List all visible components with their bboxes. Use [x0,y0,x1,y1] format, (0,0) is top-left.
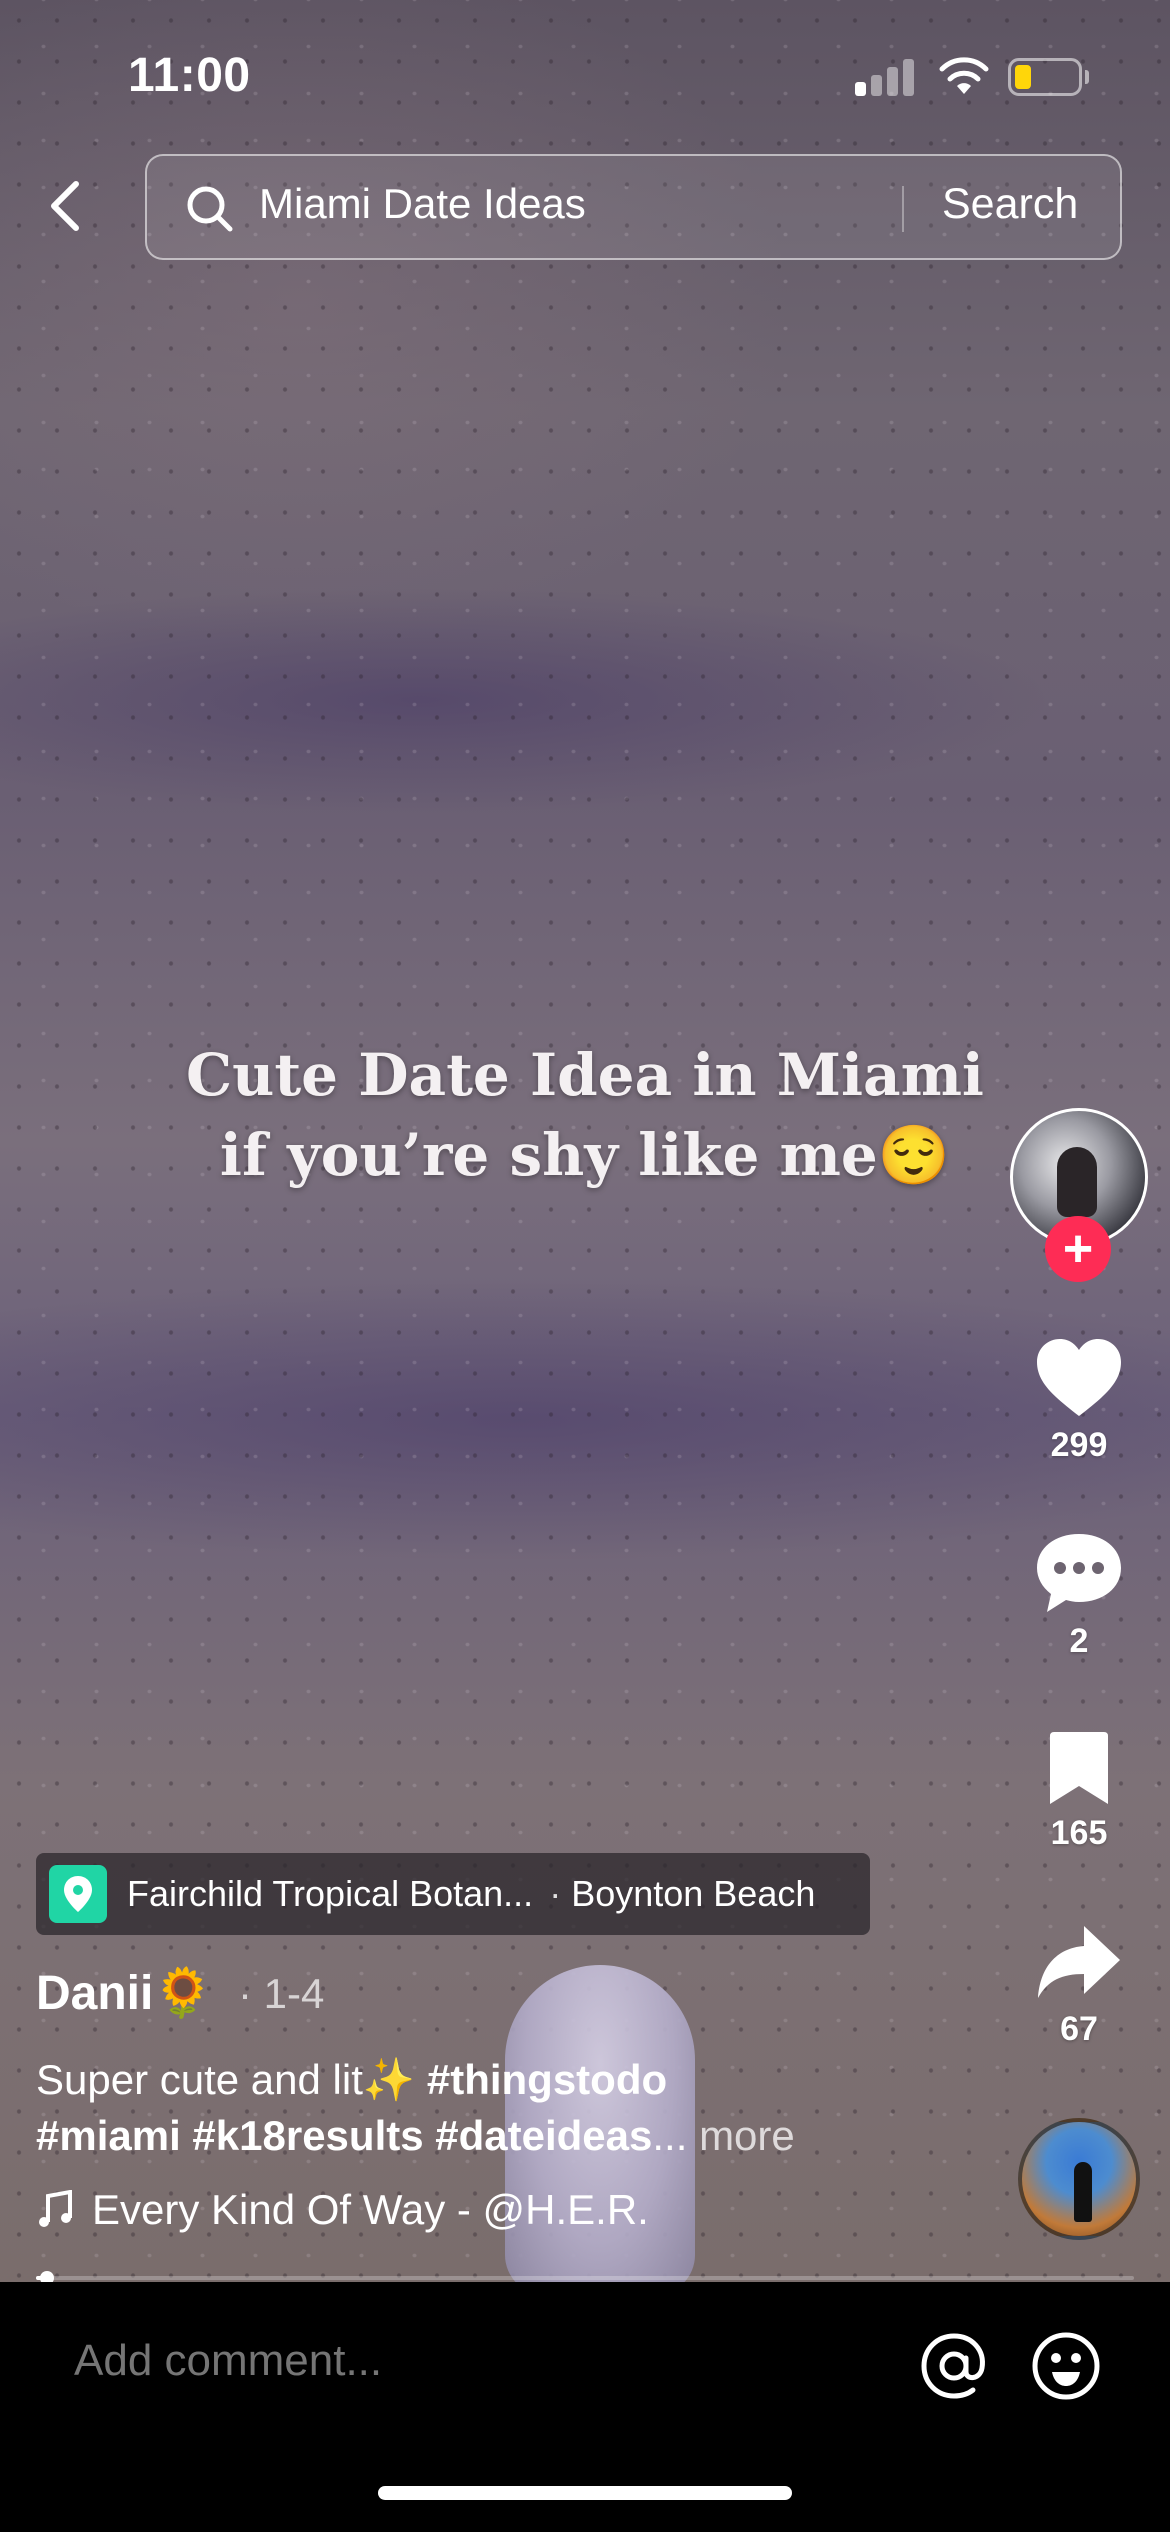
disc-silhouette [1074,2162,1092,2222]
comment-bar [0,2282,1170,2532]
search-icon [187,186,233,232]
hashtag-line-2[interactable]: #miami #k18results #dateideas [36,2112,652,2159]
search-divider [902,186,904,232]
post-date: · 1-4 [238,1970,325,2017]
comment-count: 2 [1069,1622,1089,1660]
chevron-left-icon [51,181,79,231]
music-note-icon [39,2190,72,2227]
video-progress-bar[interactable] [36,2276,1134,2280]
overlay-line-2: if you’re shy like me😌 [219,1121,951,1189]
video-overlay-caption: Cute Date Idea in Miami if you’re shy li… [80,1035,1090,1195]
signal-icon [855,58,915,96]
author-name[interactable]: Danii🌻 [36,1964,213,2021]
share-count: 67 [1060,2010,1098,2048]
more-button[interactable]: more [699,2112,795,2159]
like-count: 299 [1050,1426,1108,1464]
bookmark-icon [1050,1732,1108,1804]
at-sign-icon[interactable] [918,2330,990,2402]
home-indicator [378,2486,792,2500]
comment-bubble-icon [1037,1534,1121,1612]
post-description: Super cute and lit✨ #thingstodo #miami #… [36,2052,996,2164]
hashtag-line-1[interactable]: #thingstodo [427,2056,667,2103]
location-pin-icon [49,1865,107,1923]
description-ellipsis: ... [652,2112,688,2159]
location-separator: · [549,1873,562,1914]
save-button[interactable]: 165 [1020,1730,1138,1853]
description-text: Super cute and lit✨ [36,2056,427,2103]
author-emoji: 🌻 [153,1967,214,2020]
location-name: Fairchild Tropical Botan... [127,1873,534,1914]
comment-input[interactable] [74,2336,649,2386]
status-time: 11:00 [128,49,251,102]
author-username[interactable]: Danii [36,1967,153,2020]
music-track[interactable]: Every Kind Of Way - @H.E.R. [36,2186,649,2234]
share-button[interactable]: 67 [1020,1922,1138,2049]
wifi-icon [939,57,989,94]
location-tag[interactable]: Fairchild Tropical Botan... · Boynton Be… [36,1853,870,1935]
smiley-icon[interactable] [1030,2330,1102,2402]
search-button[interactable]: Search [942,180,1078,229]
back-button[interactable] [38,176,94,236]
share-arrow-icon [1038,1926,1120,1998]
heart-icon [1037,1339,1121,1416]
comment-button[interactable]: 2 [1020,1530,1138,1661]
save-count: 165 [1050,1814,1108,1852]
avatar-figure [1057,1147,1097,1217]
battery-icon [1008,58,1089,96]
location-city: Boynton Beach [571,1873,816,1914]
search-input[interactable]: Miami Date Ideas [259,180,586,228]
search-bar[interactable]: Miami Date Ideas Search [145,154,1122,260]
like-button[interactable]: 299 [1020,1336,1138,1465]
follow-button[interactable]: + [1045,1216,1111,1282]
music-title: Every Kind Of Way - @H.E.R. [92,2186,649,2233]
overlay-line-1: Cute Date Idea in Miami [186,1041,984,1109]
music-disc[interactable] [1018,2118,1140,2240]
